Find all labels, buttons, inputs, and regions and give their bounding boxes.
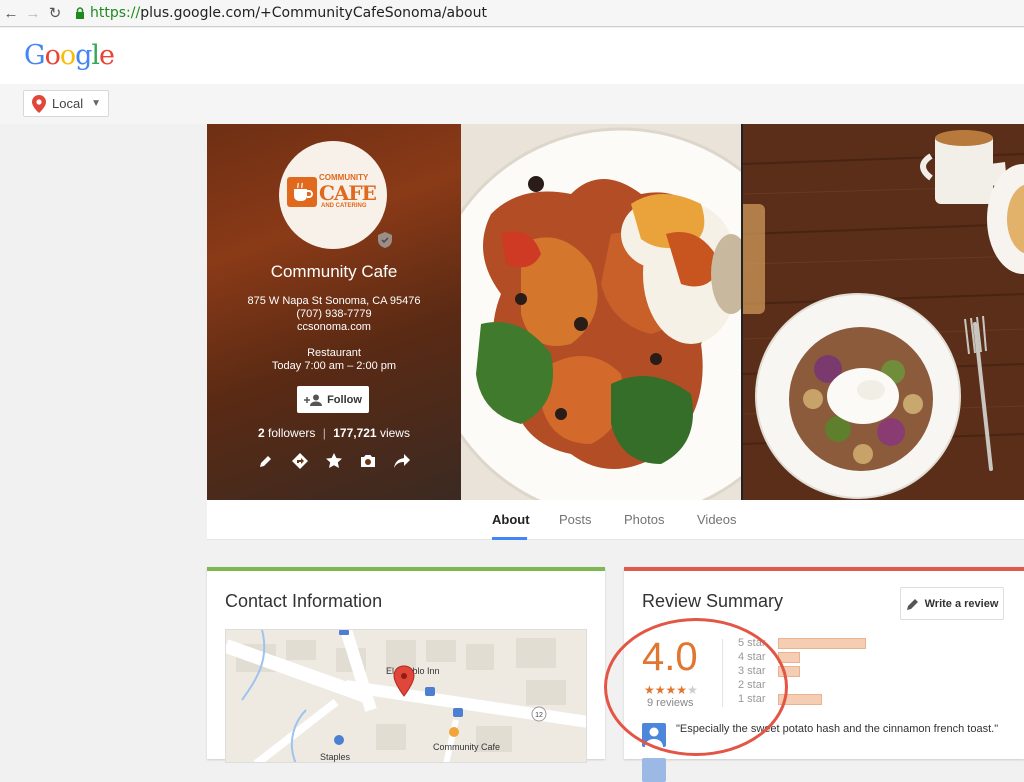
map-label-cafe: Community Cafe: [433, 742, 500, 752]
distribution-bar: [778, 638, 866, 649]
followers-label[interactable]: followers: [268, 426, 315, 440]
cover-photo-1[interactable]: [461, 124, 741, 500]
profile-stats: 2 followers | 177,721 views: [207, 426, 461, 440]
logo-text-main: CAFE: [319, 181, 377, 205]
address[interactable]: 875 W Napa St Sonoma, CA 95476: [207, 295, 461, 308]
logo-letter: o: [44, 40, 61, 71]
camera-icon[interactable]: [359, 452, 377, 470]
logo-text-bottom: AND CATERING: [321, 203, 367, 209]
logo-letter: g: [75, 40, 92, 71]
lock-icon: [76, 7, 84, 19]
map-pin-icon: [32, 94, 46, 113]
contact-card: Contact Information 12 El Pueblo Inn Com…: [207, 567, 605, 763]
star-icon[interactable]: [325, 452, 343, 470]
tab-videos[interactable]: Videos: [697, 512, 737, 527]
user-avatar-icon: [642, 758, 666, 782]
sub-header: [0, 84, 1024, 124]
write-review-label: Write a review: [924, 597, 999, 610]
logo-letter: l: [91, 40, 100, 71]
write-review-button[interactable]: Write a review: [900, 587, 1004, 620]
cover-photo-2[interactable]: [743, 124, 1024, 500]
coffee-cup-icon: [287, 177, 317, 207]
chevron-down-icon: ▼: [91, 98, 101, 109]
google-header: Google: [0, 28, 1024, 84]
followers-count[interactable]: 2: [258, 426, 265, 440]
logo-letter: G: [24, 40, 46, 71]
profile-actions: [257, 452, 411, 470]
review-title: Review Summary: [642, 591, 784, 611]
url-path: plus.google.com/+CommunityCafeSonoma/abo…: [140, 5, 487, 21]
stats-separator: |: [322, 426, 326, 440]
contact-title: Contact Information: [225, 591, 383, 611]
browser-toolbar: ← → ↻ https://plus.google.com/+Community…: [0, 0, 1024, 27]
cover-area: COMMUNITY CAFE AND CATERING Community Ca…: [207, 124, 1024, 500]
hours: Today 7:00 am – 2:00 pm: [271, 360, 397, 372]
logo-letter: e: [99, 40, 115, 71]
route-marker: 12: [535, 712, 543, 719]
edit-pencil-icon[interactable]: [257, 452, 275, 470]
follow-label: Follow: [327, 393, 362, 406]
follow-button[interactable]: Follow: [297, 386, 369, 413]
add-person-icon: [304, 394, 323, 406]
highlight-circle: [604, 618, 788, 756]
directions-icon[interactable]: [291, 452, 309, 470]
map-label-store: Staples: [320, 752, 351, 762]
active-tab-indicator: [492, 537, 527, 540]
verified-shield-icon: [378, 232, 392, 248]
reload-icon[interactable]: ↻: [44, 2, 66, 24]
forward-icon[interactable]: →: [22, 2, 44, 24]
logo-letter: o: [59, 40, 76, 71]
map[interactable]: 12 El Pueblo Inn Community Cafe Staples: [225, 629, 587, 763]
profile-tabs: About Posts Photos Videos: [207, 500, 1024, 540]
tab-photos[interactable]: Photos: [624, 512, 664, 527]
back-icon[interactable]: ←: [0, 2, 22, 24]
address-bar[interactable]: https://plus.google.com/+CommunityCafeSo…: [90, 5, 487, 21]
local-label: Local: [52, 96, 84, 111]
tab-posts[interactable]: Posts: [559, 512, 592, 527]
share-icon[interactable]: [393, 452, 411, 470]
phone[interactable]: (707) 938-7779: [207, 308, 461, 321]
views-count: 177,721: [333, 426, 377, 440]
category: Restaurant: [307, 347, 361, 359]
business-name: Community Cafe: [270, 262, 398, 281]
website-link[interactable]: ccsonoma.com: [207, 321, 461, 334]
google-logo[interactable]: Google: [24, 40, 115, 71]
views-label: views: [379, 426, 410, 440]
tab-about[interactable]: About: [492, 512, 530, 527]
avatar[interactable]: COMMUNITY CAFE AND CATERING: [279, 141, 387, 249]
profile-panel: COMMUNITY CAFE AND CATERING Community Ca…: [207, 124, 461, 500]
url-scheme: https://: [90, 5, 141, 21]
review-quote-next[interactable]: [642, 758, 1012, 782]
pencil-icon: [906, 598, 918, 610]
local-dropdown[interactable]: Local ▼: [23, 90, 109, 117]
